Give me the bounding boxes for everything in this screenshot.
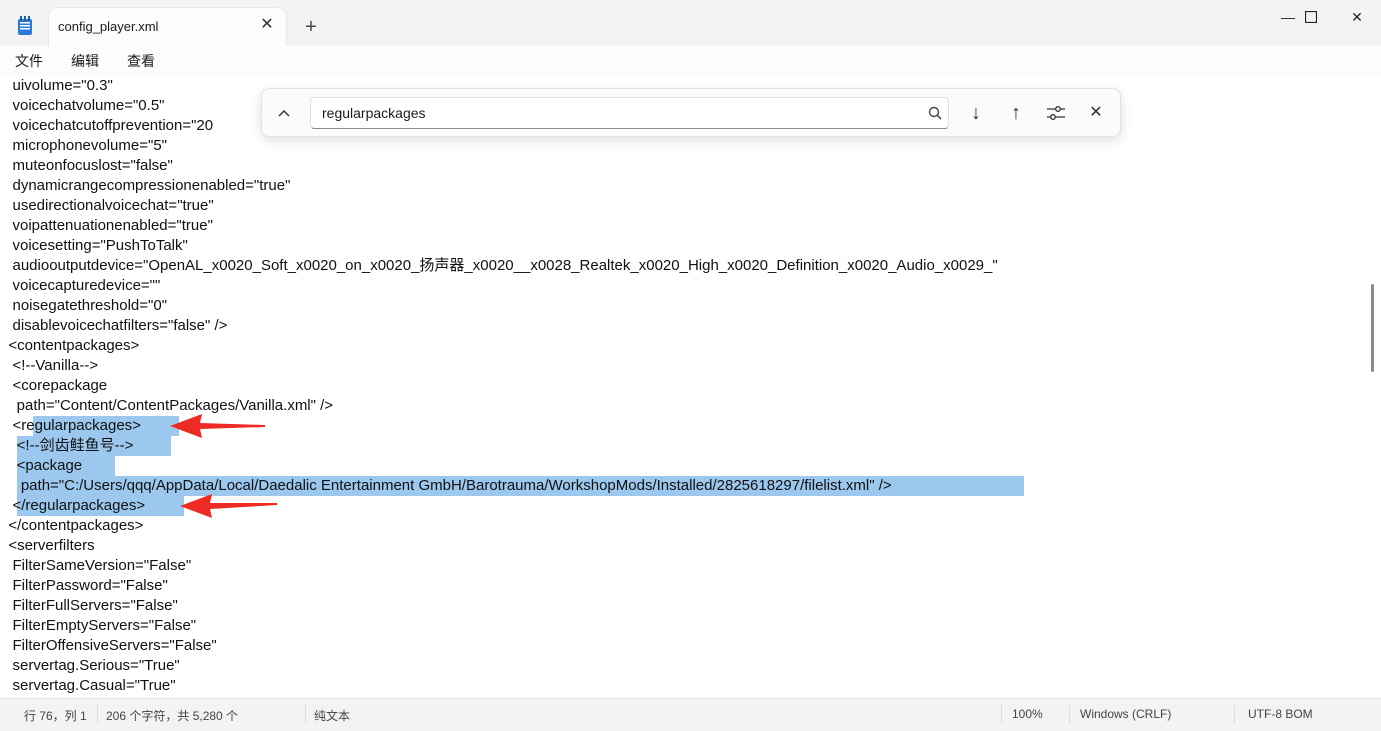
line-ending[interactable]: Windows (CRLF) (1080, 707, 1171, 721)
file-format[interactable]: 纯文本 (314, 707, 350, 724)
editor-line: usedirectionalvoicechat="true" (0, 197, 214, 214)
find-panel: regularpackages ↓ ↑ ✕ (261, 88, 1121, 137)
collapse-find-button[interactable] (271, 100, 297, 126)
editor-line-selected: <package (0, 457, 83, 474)
editor-line: noisegatethreshold="0" (0, 297, 168, 314)
tab-config-player[interactable]: config_player.xml ✕ (49, 8, 286, 46)
tab-close-icon[interactable]: ✕ (256, 14, 278, 36)
editor-line: FilterSameVersion="False" (0, 557, 192, 574)
chevron-up-icon (278, 109, 290, 117)
editor-line: dynamicrangecompressionenabled="true" (0, 177, 291, 194)
editor-line: voicecapturedevice="" (0, 277, 161, 294)
status-bar: 行 76，列 1 206 个字符，共 5,280 个 纯文本 100% Wind… (0, 698, 1381, 731)
editor-line-selected: <regularpackages> (0, 417, 141, 434)
sliders-icon (1047, 106, 1065, 120)
text-editor[interactable]: uivolume="0.3" voicechatvolume="0.5" voi… (0, 76, 1370, 696)
scrollbar-thumb[interactable] (1371, 284, 1374, 372)
menu-bar: 文件 编辑 查看 (0, 46, 1381, 113)
editor-line: <contentpackages> (0, 337, 140, 354)
editor-line: voicechatcutoffprevention="20 (0, 117, 214, 134)
tab-title: config_player.xml (58, 19, 159, 34)
find-input[interactable]: regularpackages (310, 97, 949, 129)
editor-line: <!--Vanilla--> (0, 357, 99, 374)
editor-line: voicesetting="PushToTalk" (0, 237, 188, 254)
editor-line: FilterOffensiveServers="False" (0, 637, 217, 654)
editor-line-selected: </regularpackages> (0, 497, 146, 514)
status-divider (1001, 705, 1002, 723)
char-count: 206 个字符，共 5,280 个 (106, 709, 239, 723)
find-query: regularpackages (322, 105, 426, 121)
status-divider (1234, 705, 1235, 723)
editor-line-selected: path="C:/Users/qqq/AppData/Local/Daedali… (0, 477, 892, 494)
cursor-position: 行 76，列 1 (24, 709, 87, 723)
menu-view[interactable]: 查看 (127, 51, 155, 71)
close-window-button[interactable]: ✕ (1334, 2, 1380, 32)
editor-line: servertag.Serious="True" (0, 657, 180, 674)
find-next-button[interactable]: ↓ (963, 100, 989, 126)
search-icon[interactable] (927, 105, 943, 121)
editor-line: <corepackage (0, 377, 108, 394)
editor-line: disablevoicechatfilters="false" /> (0, 317, 228, 334)
editor-line: uivolume="0.3" (0, 77, 113, 94)
editor-line: FilterPassword="False" (0, 577, 168, 594)
status-divider (1069, 705, 1070, 723)
editor-line-selected: <!--剑齿鲑鱼号--> (0, 437, 134, 454)
editor-line: </contentpackages> (0, 517, 144, 534)
encoding[interactable]: UTF-8 BOM (1248, 707, 1313, 721)
editor-line: audiooutputdevice="OpenAL_x0020_Soft_x00… (0, 257, 998, 274)
editor-line: voicechatvolume="0.5" (0, 97, 165, 114)
editor-line: muteonfocuslost="false" (0, 157, 173, 174)
editor-line: path="Content/ContentPackages/Vanilla.xm… (0, 397, 334, 414)
title-bar: config_player.xml ✕ + — ✕ (0, 0, 1381, 46)
editor-line: microphonevolume="5" (0, 137, 168, 154)
menu-edit[interactable]: 编辑 (71, 51, 99, 71)
maximize-button[interactable] (1288, 2, 1334, 32)
editor-line: voipattenuationenabled="true" (0, 217, 213, 234)
red-arrow-annotation (170, 414, 265, 438)
editor-line: FilterEmptyServers="False" (0, 617, 197, 634)
vertical-scrollbar[interactable] (1370, 76, 1378, 696)
status-divider (97, 705, 98, 723)
new-tab-button[interactable]: + (298, 14, 324, 40)
status-divider (305, 705, 306, 723)
zoom-level[interactable]: 100% (1012, 707, 1043, 721)
editor-line: FilterFullServers="False" (0, 597, 178, 614)
find-options-button[interactable] (1043, 100, 1069, 126)
editor-line: <serverfilters (0, 537, 95, 554)
find-previous-button[interactable]: ↑ (1003, 100, 1029, 126)
close-find-button[interactable]: ✕ (1083, 100, 1109, 126)
editor-line: servertag.Casual="True" (0, 677, 176, 694)
notepad-icon (18, 16, 32, 35)
menu-file[interactable]: 文件 (15, 51, 43, 71)
red-arrow-annotation (180, 494, 277, 518)
maximize-icon (1305, 11, 1317, 23)
